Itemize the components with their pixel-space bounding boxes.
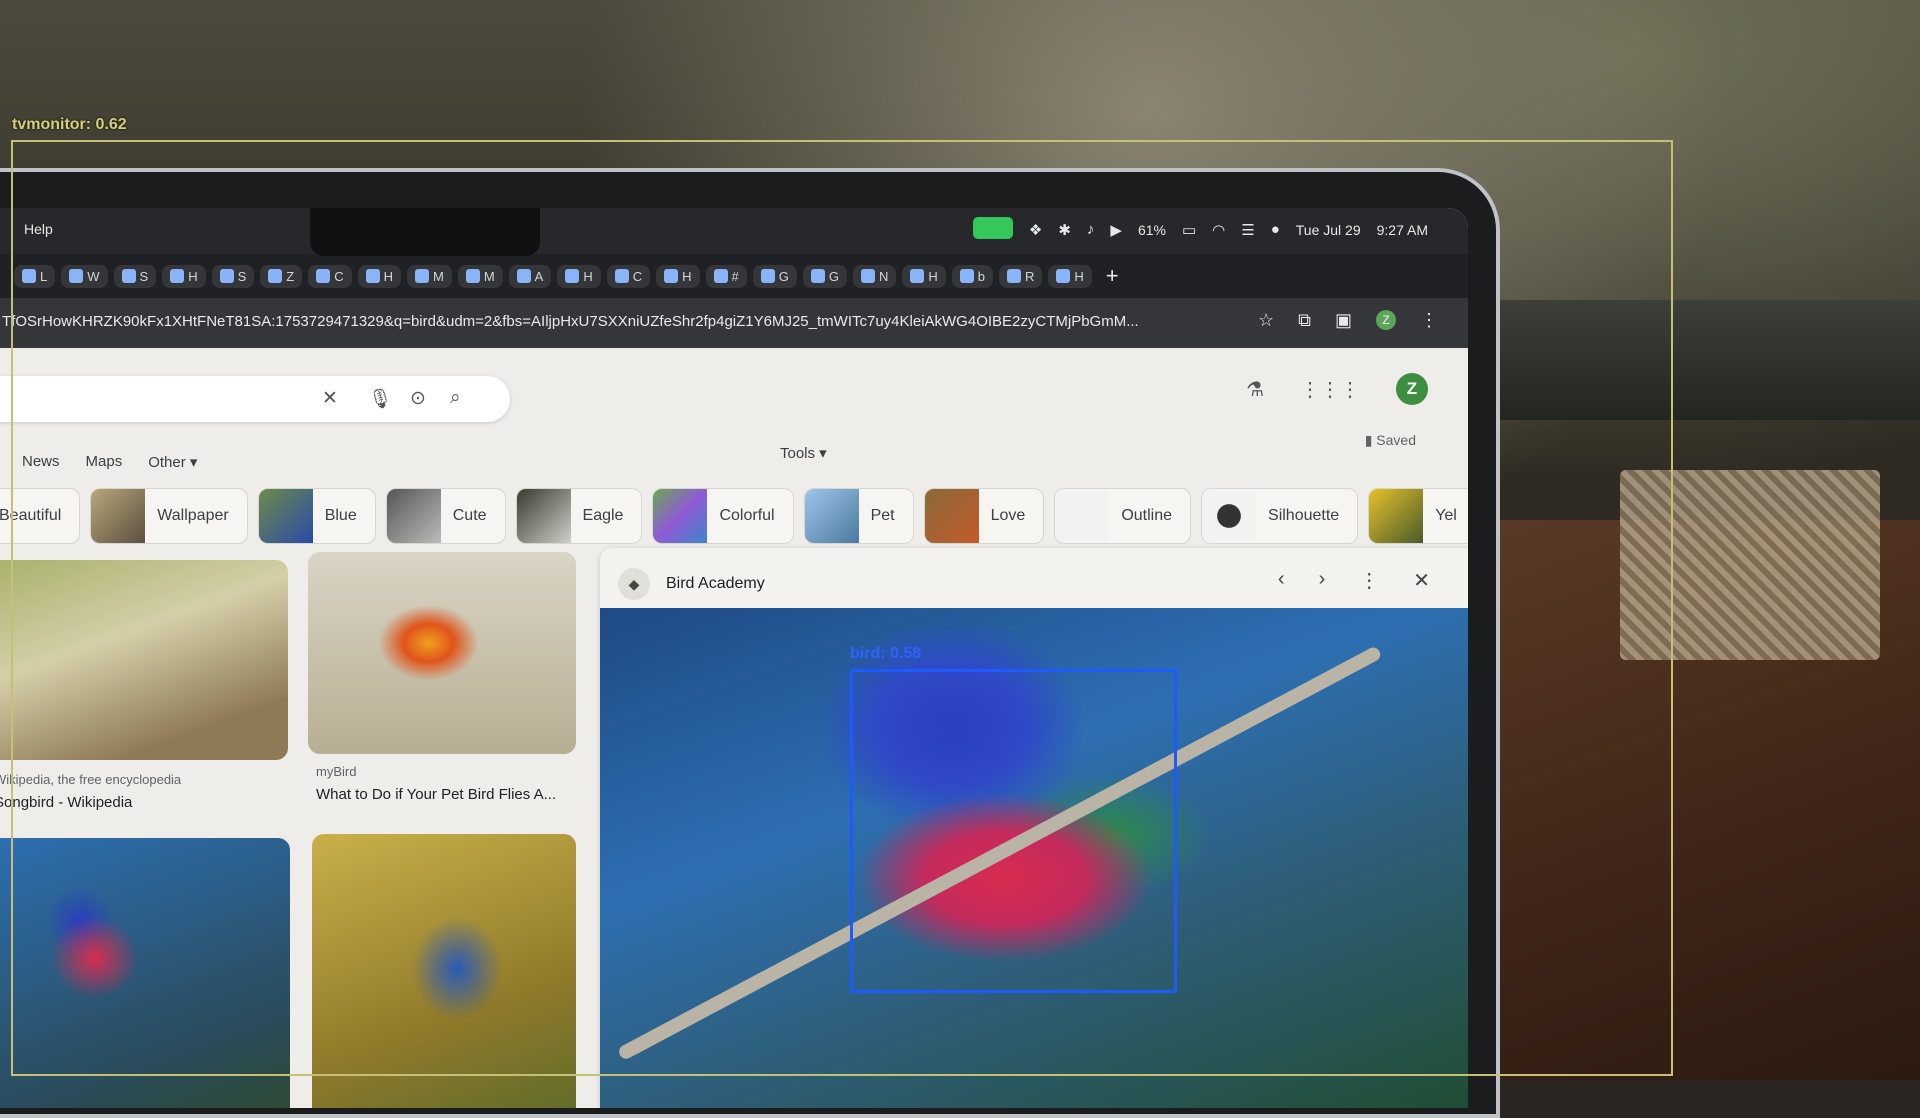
detection-box-tvmonitor (11, 140, 1673, 1076)
detection-label-bird: bird: 0.58 (850, 645, 922, 662)
detection-label-tvmonitor: tvmonitor: 0.62 (12, 116, 127, 133)
detection-box-bird (850, 669, 1177, 993)
camera-notch (310, 208, 540, 256)
